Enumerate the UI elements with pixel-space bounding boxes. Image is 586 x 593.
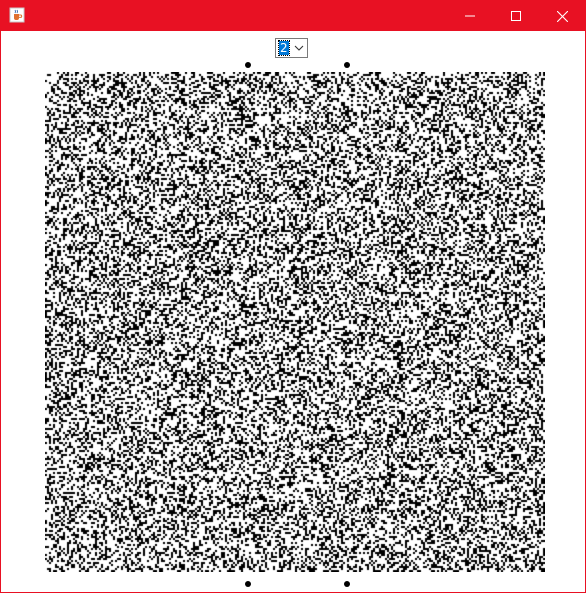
separation-combo-box[interactable]: 2 — [275, 38, 308, 58]
close-button[interactable] — [539, 1, 585, 31]
combo-selected-value: 2 — [278, 40, 290, 56]
alignment-dot-bottom-left — [245, 581, 251, 587]
minimize-button[interactable] — [447, 1, 493, 31]
close-icon — [556, 10, 568, 22]
app-window: 2 — [0, 0, 586, 593]
title-bar[interactable] — [1, 1, 585, 31]
alignment-dot-bottom-right — [344, 581, 350, 587]
stereogram-canvas — [45, 72, 545, 572]
chevron-down-icon[interactable] — [293, 43, 305, 53]
maximize-icon — [511, 11, 521, 21]
alignment-dot-top-right — [344, 62, 350, 68]
alignment-dot-top-left — [245, 62, 251, 68]
minimize-icon — [465, 15, 475, 17]
maximize-button[interactable] — [493, 1, 539, 31]
java-cup-icon — [9, 7, 25, 23]
content-panel: 2 — [1, 31, 585, 592]
